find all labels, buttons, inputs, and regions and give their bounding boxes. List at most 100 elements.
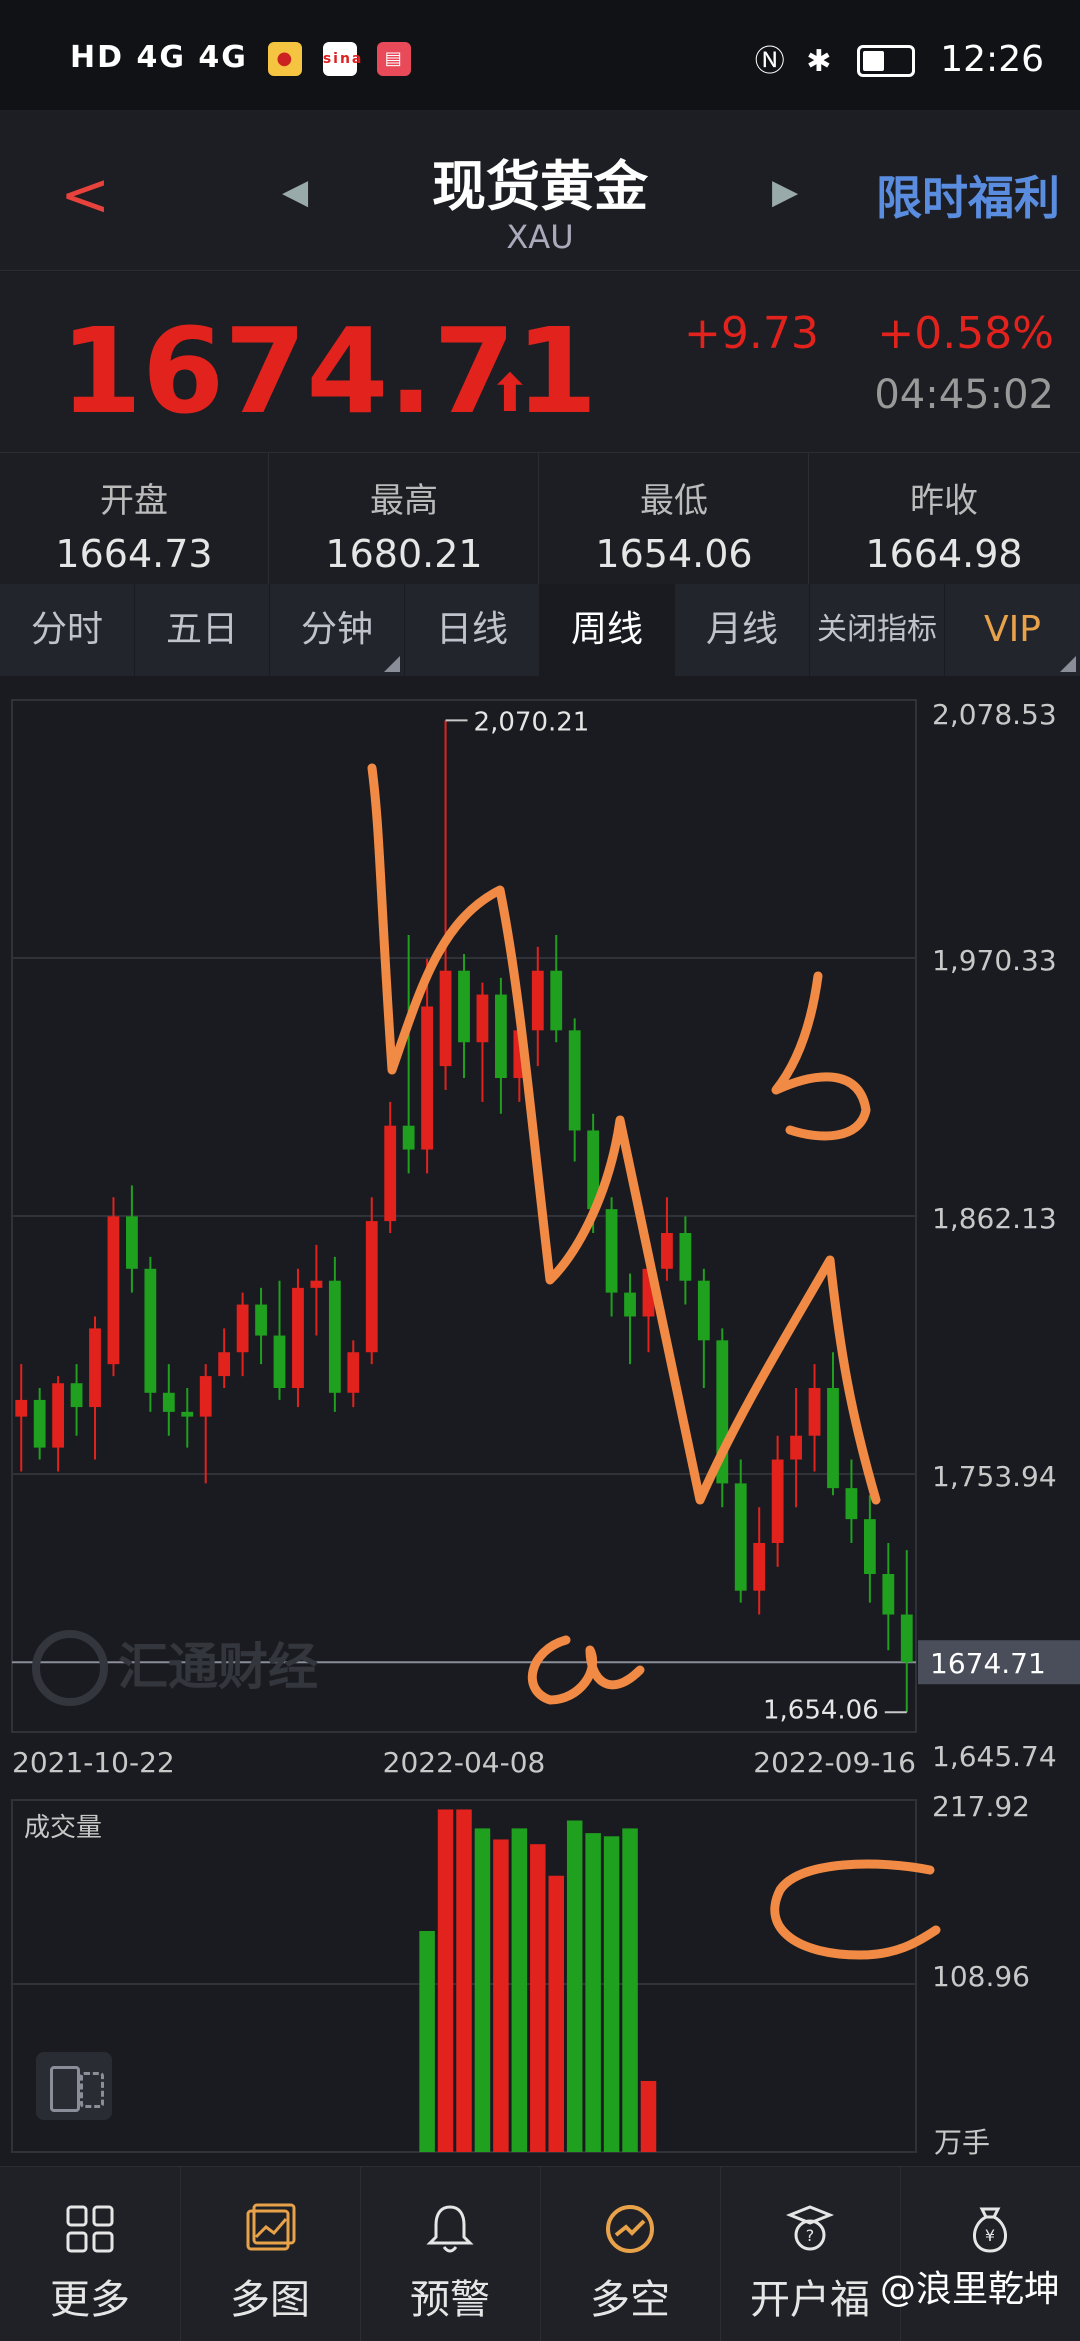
candle-body bbox=[882, 1574, 895, 1615]
volume-y-tick: 108.96 bbox=[932, 1960, 1030, 1993]
quote-time: 04:45:02 bbox=[874, 372, 1054, 418]
candle-body bbox=[863, 1519, 876, 1575]
candle-body bbox=[15, 1399, 28, 1417]
battery-icon bbox=[856, 45, 915, 77]
candle-body bbox=[661, 1233, 673, 1269]
nav-label: 多图 bbox=[230, 2277, 310, 2323]
tab-vip[interactable]: VIP bbox=[945, 584, 1080, 676]
stat-value: 1664.73 bbox=[55, 532, 213, 576]
chart-watermark: 汇通财经 bbox=[32, 1630, 318, 1706]
candle-body bbox=[162, 1392, 175, 1412]
candle-body bbox=[218, 1352, 231, 1377]
candle-body bbox=[494, 994, 507, 1079]
status-bar: HD 4G 4G ● sina ▤ Ⓝ ✱ 12:26 bbox=[0, 0, 1080, 110]
candle-body bbox=[827, 1388, 839, 1489]
bell-icon bbox=[426, 2205, 474, 2253]
volume-bar bbox=[474, 1828, 491, 2152]
kline-chart[interactable]: 汇通财经 2,078.53 1,970.33 1,862.13 1,753.94 1,6… bbox=[0, 690, 1080, 2165]
candle-body bbox=[70, 1383, 83, 1408]
candle-body bbox=[347, 1352, 360, 1393]
stat-label: 昨收 bbox=[910, 481, 978, 521]
period-tabs: 分时 五日 分钟 日线 周线 月线 关闭指标 VIP bbox=[0, 584, 1080, 676]
stat-label: 开盘 bbox=[100, 481, 168, 521]
stats-row: 开盘 1664.73 最高 1680.21 最低 1654.06 昨收 1664… bbox=[0, 452, 1080, 585]
nav-money[interactable]: ¥ bbox=[900, 2167, 1080, 2341]
tab-minute[interactable]: 分钟 bbox=[270, 584, 405, 676]
volume-bar bbox=[640, 2080, 657, 2152]
price-block: 1674.71 ⬆ +9.73 +0.58% 04:45:02 bbox=[0, 272, 1080, 452]
volume-bar bbox=[548, 1875, 564, 2152]
candle-body bbox=[33, 1399, 46, 1448]
volume-bar bbox=[622, 1828, 638, 2152]
tab-monthly[interactable]: 月线 bbox=[675, 584, 810, 676]
tab-label: 分时 bbox=[30, 609, 103, 650]
nav-open-account[interactable]: ? 开户福 bbox=[720, 2167, 901, 2341]
stat-label: 最低 bbox=[640, 481, 708, 521]
network-indicator: HD 4G 4G bbox=[70, 40, 248, 75]
y-tick-label: 1,862.13 bbox=[932, 1202, 1057, 1235]
nav-more[interactable]: 更多 bbox=[0, 2167, 181, 2341]
volume-bars bbox=[419, 1809, 657, 2152]
candle-body bbox=[52, 1383, 65, 1448]
candle-body bbox=[144, 1268, 157, 1393]
candle-body bbox=[550, 970, 563, 1031]
next-arrow-icon[interactable]: ▶ bbox=[772, 172, 798, 212]
y-tick-label: 2,078.53 bbox=[932, 698, 1057, 731]
high-label: 2,070.21 bbox=[474, 707, 590, 737]
nav-label: 更多 bbox=[50, 2277, 130, 2323]
tab-five-day[interactable]: 五日 bbox=[135, 584, 270, 676]
tab-label: 周线 bbox=[570, 609, 643, 650]
tab-intraday[interactable]: 分时 bbox=[0, 584, 135, 676]
dropdown-corner-icon bbox=[1060, 656, 1076, 672]
candle-body bbox=[273, 1335, 286, 1389]
volume-bar bbox=[419, 1931, 435, 2152]
candle-body bbox=[384, 1125, 397, 1222]
candle-body bbox=[421, 1006, 434, 1150]
candle-body bbox=[808, 1388, 821, 1436]
nav-multi-chart[interactable]: 多图 bbox=[180, 2167, 361, 2341]
candle-body bbox=[199, 1376, 212, 1417]
header: < ◀ 现货黄金 XAU ▶ 限时福利 bbox=[0, 110, 1080, 271]
y-tick-label: 1,753.94 bbox=[932, 1460, 1057, 1493]
x-tick-label: 2022-09-16 bbox=[753, 1746, 916, 1779]
stat-value: 1664.98 bbox=[865, 532, 1023, 576]
stat-value: 1680.21 bbox=[325, 532, 483, 576]
candle-body bbox=[365, 1221, 378, 1353]
candle-body bbox=[900, 1614, 913, 1663]
watermark-logo-icon bbox=[32, 1630, 108, 1706]
tab-daily[interactable]: 日线 bbox=[405, 584, 540, 676]
candle-body bbox=[107, 1216, 120, 1365]
nav-long-short[interactable]: 多空 bbox=[540, 2167, 721, 2341]
stat-high: 最高 1680.21 bbox=[270, 453, 539, 585]
bottom-nav: 更多 多图 预警 多空 ? 开户福 ¥ bbox=[0, 2166, 1080, 2341]
nav-label: 预警 bbox=[410, 2277, 490, 2323]
up-arrow-icon: ⬆ bbox=[488, 364, 532, 424]
rotate-screen-icon[interactable] bbox=[36, 2052, 112, 2120]
candle-body bbox=[458, 970, 470, 1043]
status-right: Ⓝ ✱ 12:26 bbox=[755, 36, 1044, 80]
nav-alert[interactable]: 预警 bbox=[360, 2167, 541, 2341]
candle-body bbox=[89, 1328, 101, 1408]
tab-weekly[interactable]: 周线 bbox=[540, 584, 675, 676]
volume-label: 成交量 bbox=[24, 1813, 102, 1843]
candle-body bbox=[734, 1483, 747, 1591]
stat-prev-close: 昨收 1664.98 bbox=[810, 453, 1078, 585]
watermark-text: 汇通财经 bbox=[118, 1638, 318, 1696]
trend-icon bbox=[606, 2205, 654, 2253]
candle-body bbox=[790, 1435, 802, 1460]
annotation-stroke bbox=[770, 1859, 941, 1960]
money-bag-icon: ¥ bbox=[973, 2207, 1007, 2253]
x-tick-label: 2022-04-08 bbox=[383, 1746, 546, 1779]
candle-body bbox=[181, 1411, 194, 1417]
book-icon: ▤ bbox=[377, 41, 412, 76]
low-label: 1,654.06 bbox=[763, 1695, 879, 1725]
volume-bar bbox=[493, 1839, 509, 2152]
tab-close-indicator[interactable]: 关闭指标 bbox=[810, 584, 945, 676]
price-change: +9.73 bbox=[684, 308, 819, 359]
clock: 12:26 bbox=[940, 39, 1044, 80]
x-tick-label: 2021-10-22 bbox=[12, 1746, 175, 1779]
promo-link[interactable]: 限时福利 bbox=[876, 162, 1060, 228]
candle-body bbox=[679, 1233, 692, 1281]
candle-body bbox=[771, 1459, 784, 1544]
candle-body bbox=[624, 1292, 636, 1317]
